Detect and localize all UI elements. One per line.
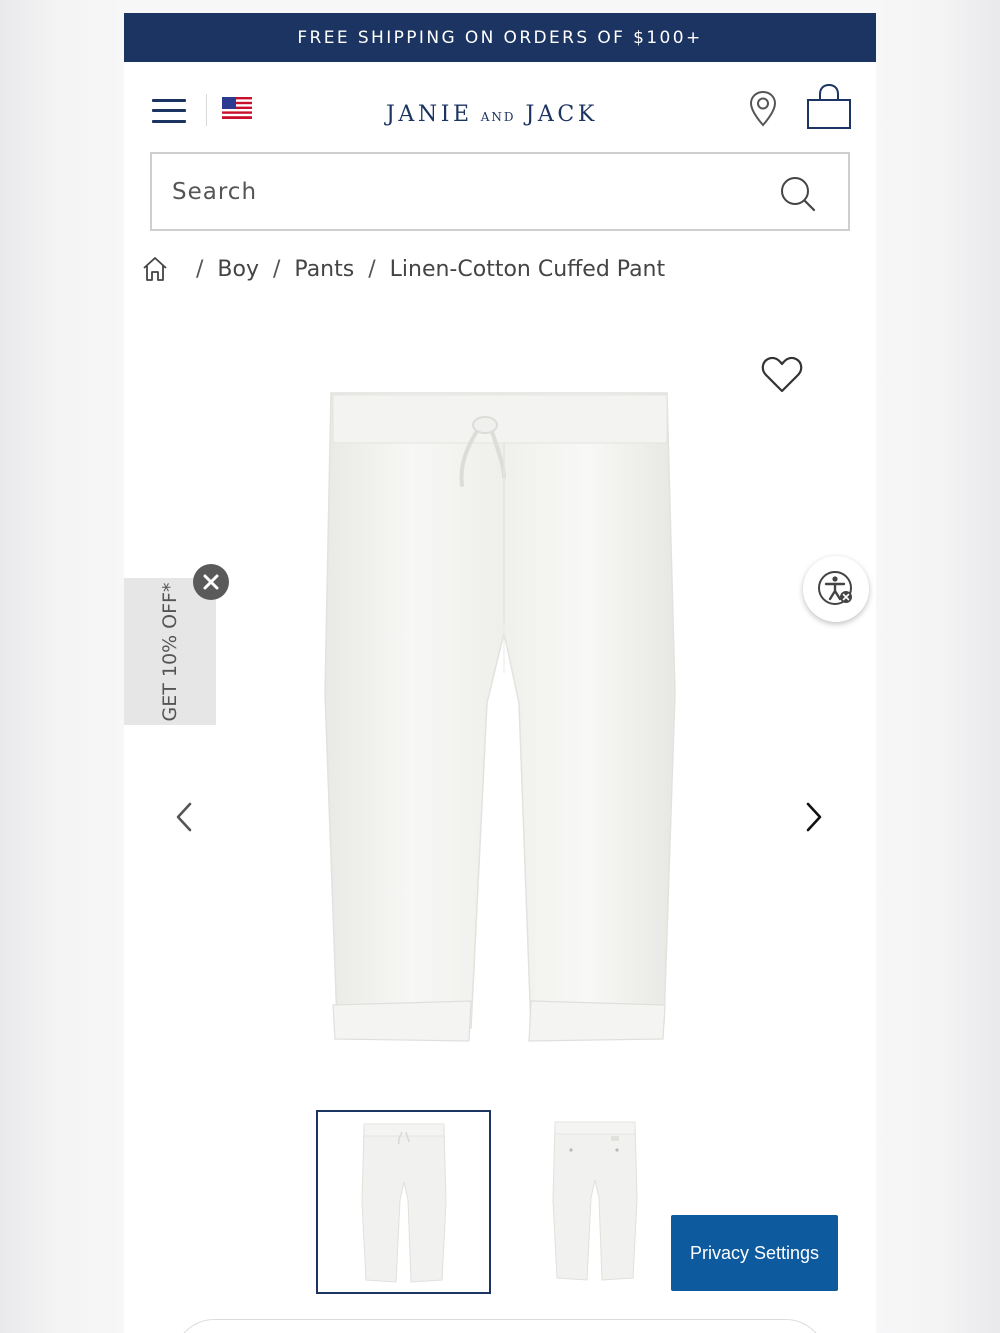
thumbnail-front-image: [361, 1123, 447, 1283]
logo-part-and: AND: [480, 110, 516, 124]
brand-logo[interactable]: JANIE AND JACK: [386, 102, 598, 132]
breadcrumb-boy[interactable]: Boy: [217, 257, 259, 282]
discount-offer-tab[interactable]: GET 10% OFF*: [124, 578, 216, 725]
header-divider: [206, 94, 207, 126]
mobile-page: FREE SHIPPING ON ORDERS OF $100+ JANIE A…: [124, 13, 876, 1333]
search-icon[interactable]: [778, 174, 818, 214]
chevron-right-icon[interactable]: [802, 800, 826, 834]
accessibility-button[interactable]: [803, 556, 869, 622]
location-pin-icon[interactable]: [748, 90, 778, 128]
close-icon[interactable]: [193, 564, 229, 600]
search-bar: [150, 152, 850, 231]
product-image[interactable]: [319, 373, 689, 1073]
promo-text: FREE SHIPPING ON ORDERS OF $100+: [297, 27, 703, 48]
breadcrumb-separator: /: [196, 256, 204, 282]
chevron-left-icon[interactable]: [172, 800, 196, 834]
promo-banner[interactable]: FREE SHIPPING ON ORDERS OF $100+: [124, 13, 876, 62]
site-header: JANIE AND JACK: [124, 62, 876, 152]
bottom-sheet-edge: [174, 1319, 826, 1333]
breadcrumb-separator: /: [273, 256, 281, 282]
privacy-settings-button[interactable]: Privacy Settings: [671, 1215, 838, 1291]
thumbnail-front[interactable]: [316, 1110, 491, 1294]
heart-icon[interactable]: [760, 355, 804, 395]
shopping-bag-icon[interactable]: [806, 84, 852, 130]
accessibility-icon: [818, 571, 852, 605]
breadcrumb-pants[interactable]: Pants: [294, 257, 354, 282]
breadcrumb-current: Linen-Cotton Cuffed Pant: [389, 256, 666, 282]
offer-label: GET 10% OFF*: [159, 582, 181, 722]
menu-icon[interactable]: [152, 97, 186, 125]
search-input[interactable]: [172, 168, 752, 216]
home-icon[interactable]: [140, 254, 170, 284]
breadcrumb-separator: /: [368, 256, 376, 282]
breadcrumb: / Boy / Pants / Linen-Cotton Cuffed Pant: [140, 249, 665, 289]
thumbnail-back-image: [552, 1121, 638, 1281]
us-flag-icon[interactable]: [222, 97, 252, 119]
logo-part-janie: JANIE: [386, 102, 473, 127]
logo-part-jack: JACK: [525, 102, 598, 127]
thumbnail-back[interactable]: [509, 1110, 684, 1294]
